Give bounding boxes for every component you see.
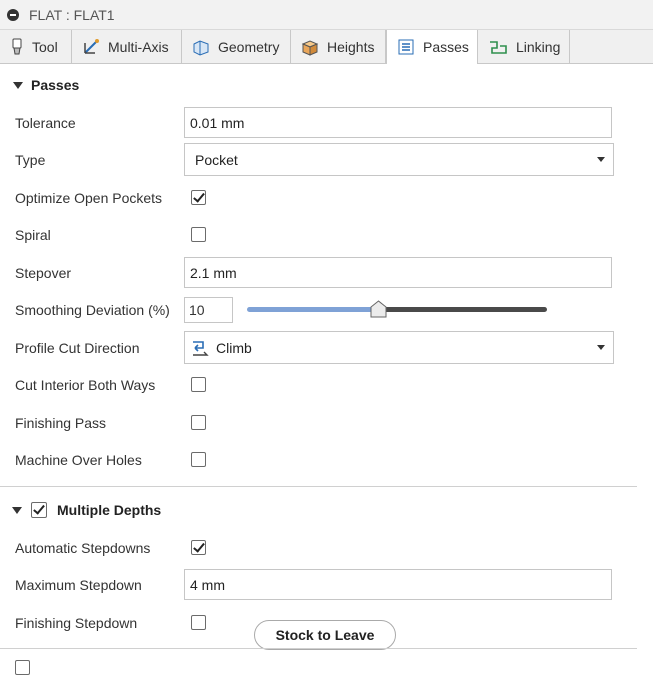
slider-thumb[interactable] <box>370 300 387 318</box>
cut-interior-both-ways-checkbox[interactable] <box>191 377 206 392</box>
machine-over-holes-label: Machine Over Holes <box>15 452 142 468</box>
section-title: Multiple Depths <box>57 502 162 518</box>
title-bar: FLAT : FLAT1 <box>0 0 653 30</box>
tooltip-label: Stock to Leave <box>275 627 375 643</box>
machine-over-holes-checkbox[interactable] <box>191 452 206 467</box>
slider-fill <box>247 307 378 312</box>
tab-label: Passes <box>423 39 469 55</box>
automatic-stepdowns-checkbox[interactable] <box>191 540 206 555</box>
section-title: Passes <box>31 77 80 93</box>
tolerance-field[interactable]: 0.01 mm <box>184 107 612 138</box>
smoothing-deviation-field[interactable]: 10 <box>184 297 233 323</box>
tab-label: Linking <box>516 38 561 55</box>
spiral-label: Spiral <box>15 227 51 243</box>
multi-axis-icon <box>84 38 99 54</box>
climb-icon <box>193 340 209 356</box>
stepover-field[interactable]: 2.1 mm <box>184 257 612 288</box>
finishing-stepdown-checkbox[interactable] <box>191 615 206 630</box>
tolerance-label: Tolerance <box>15 115 76 131</box>
automatic-stepdowns-label: Automatic Stepdowns <box>15 540 151 556</box>
tab-multi-axis[interactable]: Multi-Axis <box>72 30 182 63</box>
tab-passes[interactable]: Passes <box>386 30 478 64</box>
expand-triangle-icon[interactable] <box>13 81 23 89</box>
stepover-value: 2.1 mm <box>190 264 237 281</box>
linking-icon <box>490 40 507 54</box>
collapse-icon[interactable] <box>7 8 19 21</box>
tool-icon <box>12 38 22 54</box>
stepover-label: Stepover <box>15 265 72 281</box>
tab-label: Geometry <box>218 38 280 55</box>
type-select[interactable]: Pocket <box>184 143 614 176</box>
tab-label: Multi-Axis <box>108 38 169 55</box>
finishing-pass-checkbox[interactable] <box>191 415 206 430</box>
optimize-open-pockets-checkbox[interactable] <box>191 190 206 205</box>
tolerance-value: 0.01 mm <box>190 114 245 131</box>
profile-cut-direction-value: Climb <box>216 339 252 356</box>
smoothing-deviation-label: Smoothing Deviation (%) <box>15 302 170 318</box>
heights-icon <box>301 39 319 56</box>
tab-geometry[interactable]: Geometry <box>182 30 291 63</box>
multiple-depths-checkbox[interactable] <box>31 502 47 518</box>
cut-interior-both-ways-label: Cut Interior Both Ways <box>15 377 156 393</box>
section-divider <box>0 486 637 487</box>
tab-tool[interactable]: Tool <box>0 30 72 63</box>
finishing-stepdown-label: Finishing Stepdown <box>15 615 138 631</box>
multiple-depths-section-header[interactable]: Multiple Depths <box>0 501 161 519</box>
chevron-down-icon <box>597 345 605 350</box>
next-section-checkbox[interactable] <box>15 660 30 675</box>
passes-section-header[interactable]: Passes <box>0 76 79 94</box>
profile-cut-direction-label: Profile Cut Direction <box>15 340 140 356</box>
passes-icon <box>398 39 414 55</box>
optimize-open-pockets-label: Optimize Open Pockets <box>15 190 163 206</box>
smoothing-deviation-value: 10 <box>189 302 205 318</box>
type-label: Type <box>15 152 46 168</box>
profile-cut-direction-select[interactable]: Climb <box>184 331 614 364</box>
slider-track[interactable] <box>378 307 547 312</box>
expand-triangle-icon[interactable] <box>12 506 22 514</box>
stock-to-leave-tooltip: Stock to Leave <box>254 620 396 650</box>
window-title: FLAT : FLAT1 <box>29 6 115 23</box>
tab-linking[interactable]: Linking <box>478 30 570 63</box>
spiral-checkbox[interactable] <box>191 227 206 242</box>
maximum-stepdown-value: 4 mm <box>190 576 225 593</box>
section-divider <box>0 648 637 649</box>
tab-label: Tool <box>32 38 58 55</box>
maximum-stepdown-field[interactable]: 4 mm <box>184 569 612 600</box>
chevron-down-icon <box>597 157 605 162</box>
tab-bar: Tool Multi-Axis Geometry Heights Passes <box>0 30 653 64</box>
type-value: Pocket <box>195 151 238 168</box>
tab-label: Heights <box>327 38 375 55</box>
tab-heights[interactable]: Heights <box>291 30 386 63</box>
maximum-stepdown-label: Maximum Stepdown <box>15 577 142 593</box>
geometry-icon <box>193 39 209 56</box>
finishing-pass-label: Finishing Pass <box>15 415 107 431</box>
